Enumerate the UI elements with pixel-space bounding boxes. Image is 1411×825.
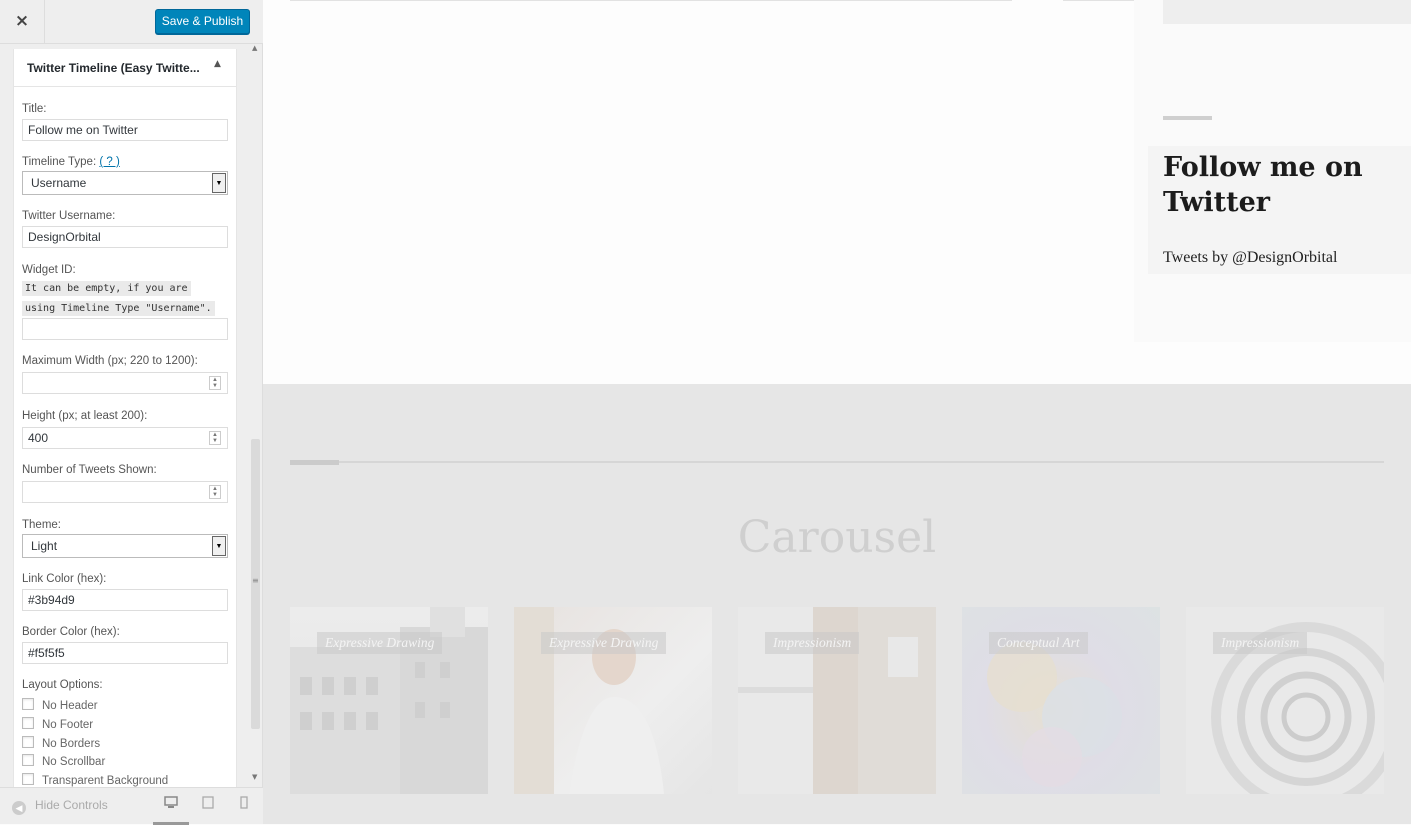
checkbox[interactable] [22, 698, 34, 710]
carousel-section: Carousel Expressive Drawing Expressive D… [263, 384, 1411, 824]
option-no-borders[interactable]: No Borders [22, 736, 100, 750]
tweets-shown-input[interactable]: ▲ ▼ [22, 481, 228, 503]
site-preview: Follow me on Twitter Tweets by @DesignOr… [263, 0, 1411, 824]
checkbox[interactable] [22, 717, 34, 729]
widget-panel-header[interactable]: Twitter Timeline (Easy Twitte... ▲ [14, 49, 236, 87]
option-transparent-background[interactable]: Transparent Background [22, 773, 168, 787]
widget-id-input[interactable] [22, 318, 228, 340]
tweets-by-link[interactable]: Tweets by @DesignOrbital [1163, 249, 1337, 267]
grip-icon: ≡ [252, 576, 259, 585]
option-no-scrollbar[interactable]: No Scrollbar [22, 754, 105, 768]
sidebar-scrollbar[interactable]: ▲ ≡ ▼ [250, 44, 261, 787]
dropdown-arrow-icon[interactable]: ▼ [212, 173, 226, 193]
option-no-header[interactable]: No Header [22, 698, 98, 712]
scroll-down-icon[interactable]: ▼ [252, 773, 257, 781]
option-label: No Borders [42, 738, 101, 750]
widget-id-note: using Timeline Type "Username". [22, 301, 215, 316]
carousel-card-label: Impressionism [1213, 632, 1308, 654]
widget-panel-title: Twitter Timeline (Easy Twitte... [27, 61, 200, 75]
mobile-preview-icon[interactable] [234, 796, 254, 816]
checkbox[interactable] [22, 754, 34, 766]
save-publish-button[interactable]: Save & Publish [155, 9, 250, 34]
tablet-preview-icon[interactable] [198, 796, 218, 816]
username-input[interactable]: DesignOrbital [22, 226, 228, 248]
scroll-up-icon[interactable]: ▲ [252, 44, 257, 52]
divider [290, 0, 1012, 1]
height-value: 400 [28, 431, 49, 445]
widget-id-label: Widget ID: [22, 264, 76, 276]
height-input[interactable]: 400 ▲ ▼ [22, 427, 228, 449]
widget-id-note: It can be empty, if you are [22, 281, 191, 296]
option-label: Transparent Background [42, 775, 169, 787]
border-color-input[interactable]: #f5f5f5 [22, 642, 228, 664]
carousel-title: Carousel [737, 512, 937, 563]
hide-controls-button[interactable]: ◀ Hide Controls [12, 798, 108, 815]
spinner-icon[interactable]: ▲ ▼ [209, 376, 221, 390]
theme-select[interactable]: Light ▼ [22, 534, 228, 558]
title-input[interactable]: Follow me on Twitter [22, 119, 228, 141]
option-label: No Scrollbar [42, 756, 106, 768]
timeline-type-label-text: Timeline Type: [22, 156, 97, 168]
checkbox[interactable] [22, 736, 34, 748]
carousel-card[interactable]: Impressionism [738, 607, 936, 794]
preview-top-section: Follow me on Twitter Tweets by @DesignOr… [263, 0, 1411, 384]
carousel-card[interactable]: Expressive Drawing [290, 607, 488, 794]
timeline-type-help-link[interactable]: ( ? ) [99, 156, 119, 168]
tweets-shown-label: Number of Tweets Shown: [22, 464, 157, 476]
theme-label: Theme: [22, 519, 61, 531]
title-label: Title: [22, 103, 47, 115]
link-color-input[interactable]: #3b94d9 [22, 589, 228, 611]
max-width-input[interactable]: ▲ ▼ [22, 372, 228, 394]
collapse-icon: ◀ [12, 801, 26, 815]
layout-options-label: Layout Options: [22, 679, 103, 691]
dropdown-arrow-icon[interactable]: ▼ [212, 536, 226, 556]
option-label: No Header [42, 700, 98, 712]
spinner-icon[interactable]: ▲ ▼ [209, 431, 221, 445]
carousel-card-label: Conceptual Art [989, 632, 1088, 654]
carousel-card[interactable]: Expressive Drawing [514, 607, 712, 794]
username-label: Twitter Username: [22, 210, 116, 222]
link-color-label: Link Color (hex): [22, 573, 107, 585]
close-icon[interactable]: × [0, 0, 45, 44]
divider [290, 461, 1384, 463]
option-no-footer[interactable]: No Footer [22, 717, 93, 731]
widget-accent-line [1163, 116, 1212, 120]
timeline-type-label: Timeline Type: ( ? ) [22, 156, 120, 168]
timeline-type-select[interactable]: Username ▼ [22, 171, 228, 195]
carousel-card[interactable]: Conceptual Art [962, 607, 1160, 794]
carousel-card[interactable]: Impressionism [1186, 607, 1384, 794]
controls-scroll-area: Twitter Timeline (Easy Twitte... ▲ Title… [0, 44, 263, 787]
desktop-preview-icon[interactable] [161, 796, 181, 816]
carousel-card-label: Impressionism [765, 632, 860, 654]
hide-controls-label: Hide Controls [35, 798, 108, 812]
max-width-label: Maximum Width (px; 220 to 1200): [22, 355, 198, 367]
widget-placeholder-bar [1163, 0, 1411, 24]
height-label: Height (px; at least 200): [22, 410, 148, 422]
accent-line [290, 460, 339, 465]
border-color-label: Border Color (hex): [22, 626, 120, 638]
customizer-header: × Save & Publish [0, 0, 263, 44]
widget-heading: Follow me on Twitter [1163, 152, 1363, 218]
timeline-type-value: Username [31, 176, 87, 190]
theme-value: Light [31, 539, 58, 553]
spinner-icon[interactable]: ▲ ▼ [209, 485, 221, 499]
carousel-card-label: Expressive Drawing [541, 632, 667, 654]
carousel-card-label: Expressive Drawing [317, 632, 443, 654]
customizer-footer: ◀ Hide Controls [0, 787, 263, 825]
twitter-widget: Follow me on Twitter Tweets by @DesignOr… [1148, 146, 1411, 274]
customizer-sidebar: × Save & Publish Twitter Timeline (Easy … [0, 0, 263, 825]
checkbox[interactable] [22, 773, 34, 785]
option-label: No Footer [42, 719, 94, 731]
collapse-arrow-icon[interactable]: ▲ [214, 59, 221, 69]
